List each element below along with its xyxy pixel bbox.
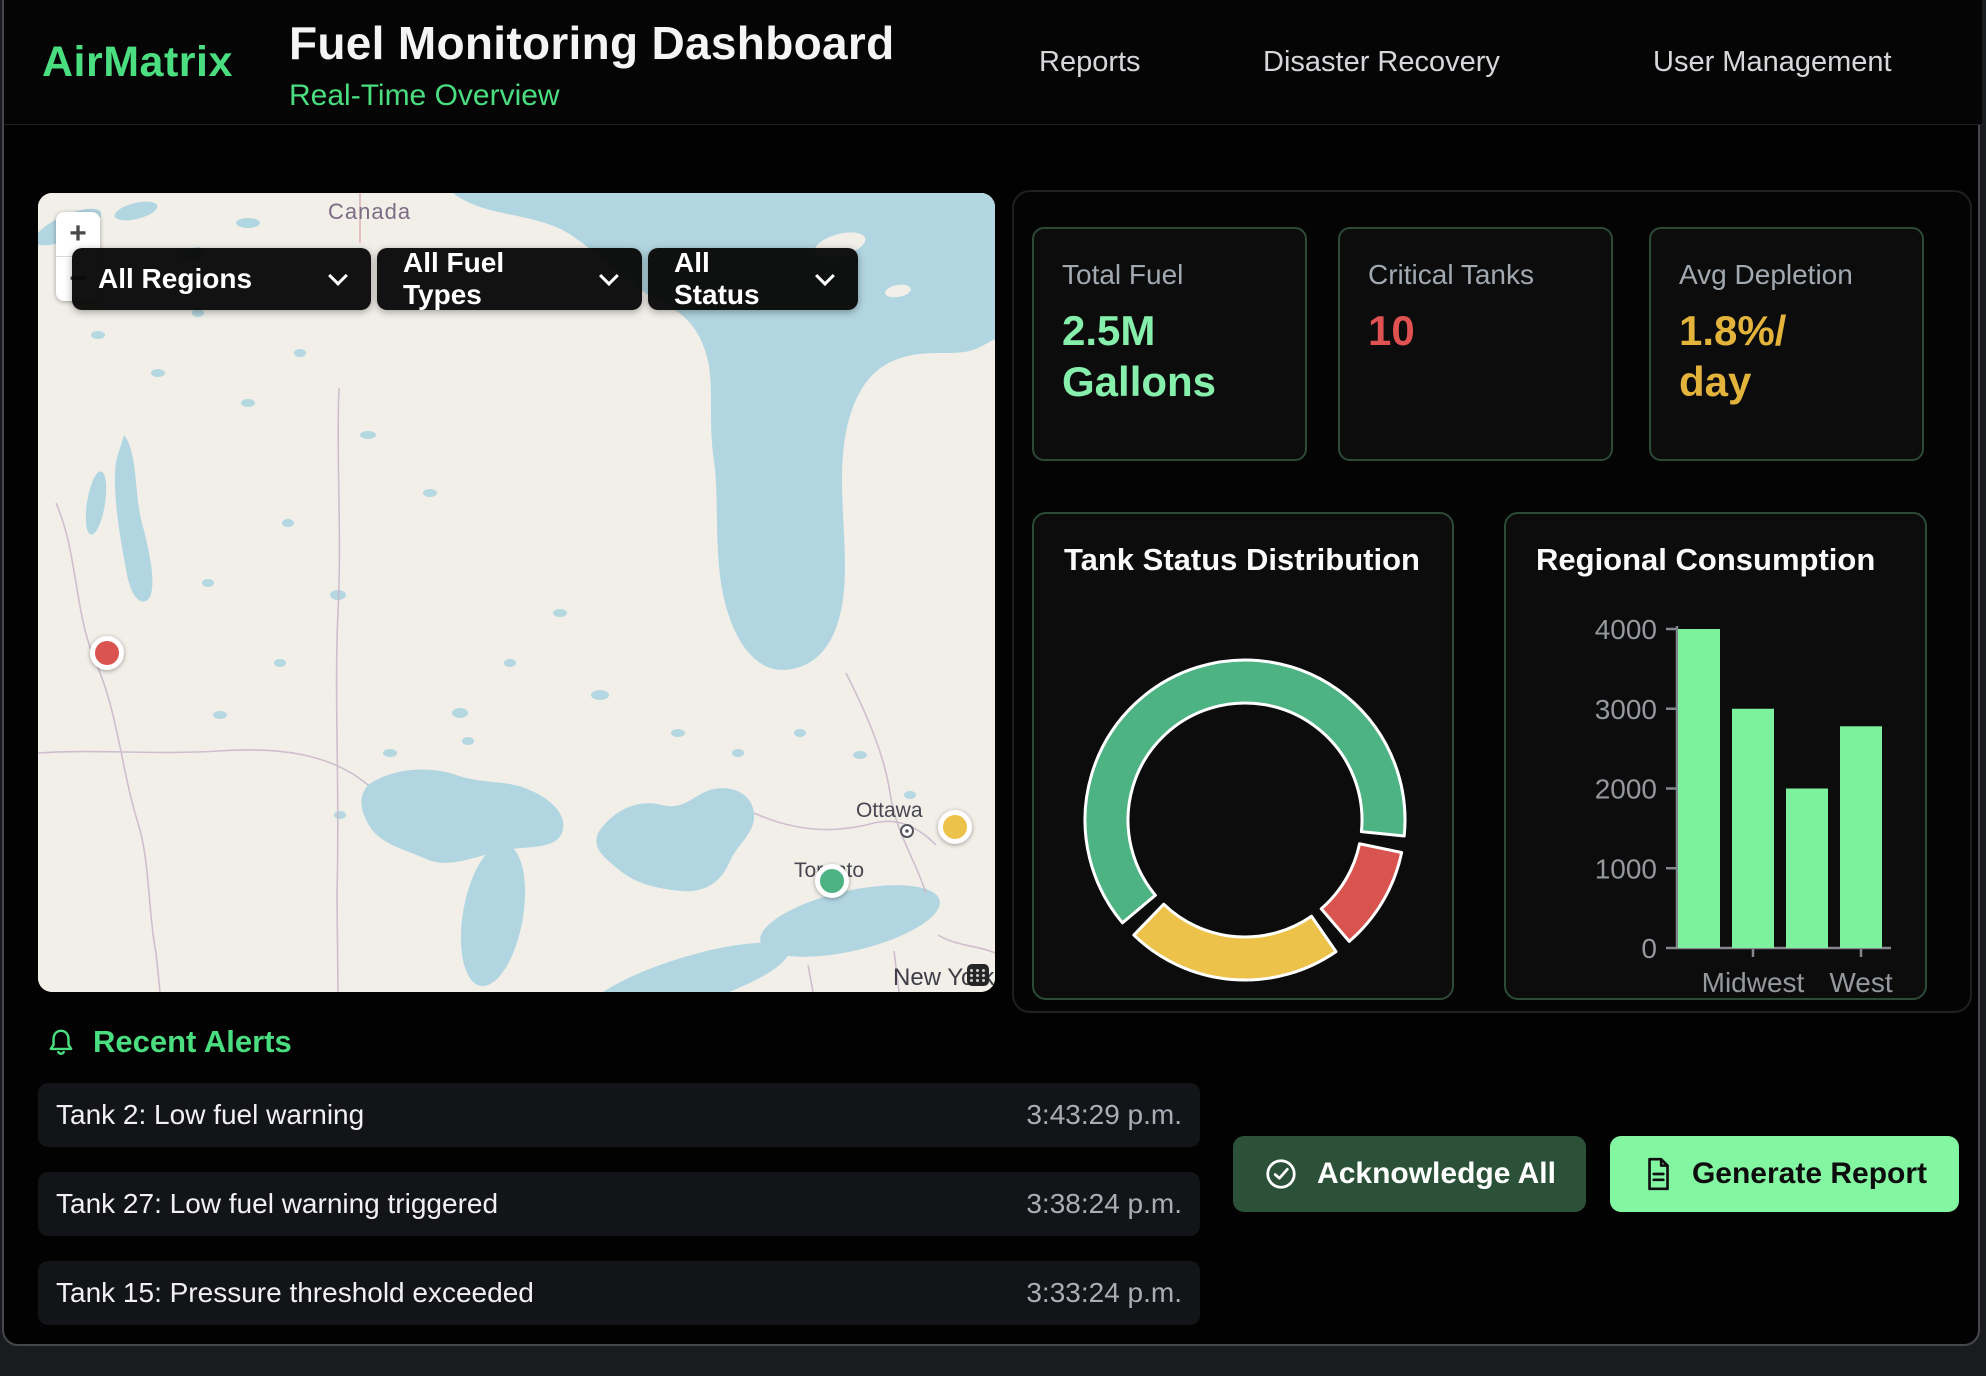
alert-text: Tank 27: Low fuel warning triggered <box>56 1188 498 1220</box>
critical-tanks-card: Critical Tanks 10 <box>1338 227 1613 461</box>
chevron-down-icon <box>328 266 348 286</box>
x-tick-label: Midwest <box>1702 967 1805 998</box>
region-filter-dropdown[interactable]: All Regions <box>72 248 371 310</box>
status-filter-value: All Status <box>674 247 800 311</box>
map-label-canada: Canada <box>328 199 411 224</box>
alert-time: 3:33:24 p.m. <box>1026 1277 1182 1309</box>
dashboard-stage: AirMatrix Fuel Monitoring Dashboard Real… <box>0 0 1986 1376</box>
avg-depletion-card: Avg Depletion 1.8%/day <box>1649 227 1924 461</box>
region-filter-value: All Regions <box>98 263 252 295</box>
alert-time: 3:38:24 p.m. <box>1026 1188 1182 1220</box>
regional-consumption-card: Regional Consumption 40003000200010000Mi… <box>1504 512 1927 1000</box>
y-tick-label: 0 <box>1641 933 1657 964</box>
fuel-type-filter-value: All Fuel Types <box>403 247 584 311</box>
document-icon <box>1642 1156 1674 1192</box>
total-fuel-label: Total Fuel <box>1062 259 1277 291</box>
fuel-map[interactable]: Canada Ottawa Toronto New York + − All R… <box>38 193 995 992</box>
alert-row[interactable]: Tank 2: Low fuel warning 3:43:29 p.m. <box>38 1083 1200 1147</box>
alert-text: Tank 15: Pressure threshold exceeded <box>56 1277 534 1309</box>
critical-tanks-value: 10 <box>1368 305 1583 356</box>
alerts-header: Recent Alerts <box>45 1024 292 1060</box>
y-tick-label: 4000 <box>1595 614 1657 645</box>
donut-segment-critical <box>1321 844 1401 942</box>
y-tick-label: 2000 <box>1595 774 1657 805</box>
critical-tanks-label: Critical Tanks <box>1368 259 1583 291</box>
alert-text: Tank 2: Low fuel warning <box>56 1099 364 1131</box>
tank-status-card: Tank Status Distribution <box>1032 512 1454 1000</box>
bar-region-1 <box>1678 629 1720 948</box>
generate-report-label: Generate Report <box>1692 1157 1927 1191</box>
nav-user-management[interactable]: User Management <box>1653 46 1892 79</box>
status-filter-dropdown[interactable]: All Status <box>648 248 858 310</box>
regional-consumption-chart: 4000 3000 2000 1000 0 Midwest West <box>1506 514 1927 1000</box>
avg-depletion-label: Avg Depletion <box>1679 259 1894 291</box>
generate-report-button[interactable]: Generate Report <box>1610 1136 1959 1212</box>
map-svg: Canada Ottawa Toronto New York <box>38 193 995 992</box>
warning-tank-marker[interactable] <box>938 810 972 844</box>
page-title: Fuel Monitoring Dashboard <box>289 16 894 70</box>
tank-status-donut <box>1034 514 1454 1000</box>
donut-segment-warning <box>1134 904 1336 980</box>
title-block: Fuel Monitoring Dashboard Real-Time Over… <box>289 16 894 113</box>
nav-disaster-recovery[interactable]: Disaster Recovery <box>1263 46 1500 79</box>
critical-tank-marker[interactable] <box>90 636 124 670</box>
chevron-down-icon <box>815 266 835 286</box>
map-label-ottawa: Ottawa <box>856 799 923 822</box>
y-tick-label: 3000 <box>1595 694 1657 725</box>
y-tick-label: 1000 <box>1595 853 1657 884</box>
metrics-panel: Total Fuel 2.5M Gallons Critical Tanks 1… <box>1012 190 1972 1013</box>
map-ottawa-dot-center <box>905 829 909 833</box>
nav-reports[interactable]: Reports <box>1039 46 1141 79</box>
header-bar: AirMatrix Fuel Monitoring Dashboard Real… <box>4 0 1982 125</box>
check-circle-icon <box>1263 1156 1299 1192</box>
alert-time: 3:43:29 p.m. <box>1026 1099 1182 1131</box>
fuel-type-filter-dropdown[interactable]: All Fuel Types <box>377 248 642 310</box>
acknowledge-all-button[interactable]: Acknowledge All <box>1233 1136 1586 1212</box>
map-resize-handle[interactable] <box>967 964 989 986</box>
page-subtitle: Real-Time Overview <box>289 79 894 113</box>
alerts-title: Recent Alerts <box>93 1024 292 1060</box>
alert-row[interactable]: Tank 15: Pressure threshold exceeded 3:3… <box>38 1261 1200 1325</box>
bar-region-2 <box>1732 709 1774 948</box>
bar-region-3 <box>1786 789 1828 949</box>
total-fuel-card: Total Fuel 2.5M Gallons <box>1032 227 1307 461</box>
x-tick-label: West <box>1829 967 1892 998</box>
normal-tank-marker[interactable] <box>815 864 849 898</box>
acknowledge-all-label: Acknowledge All <box>1317 1157 1556 1191</box>
brand-logo: AirMatrix <box>42 38 233 87</box>
avg-depletion-value: 1.8%/day <box>1679 305 1801 407</box>
total-fuel-value: 2.5M Gallons <box>1062 305 1242 407</box>
bell-icon <box>45 1026 77 1058</box>
alert-row[interactable]: Tank 27: Low fuel warning triggered 3:38… <box>38 1172 1200 1236</box>
chevron-down-icon <box>599 266 619 286</box>
bar-region-4 <box>1840 726 1882 948</box>
